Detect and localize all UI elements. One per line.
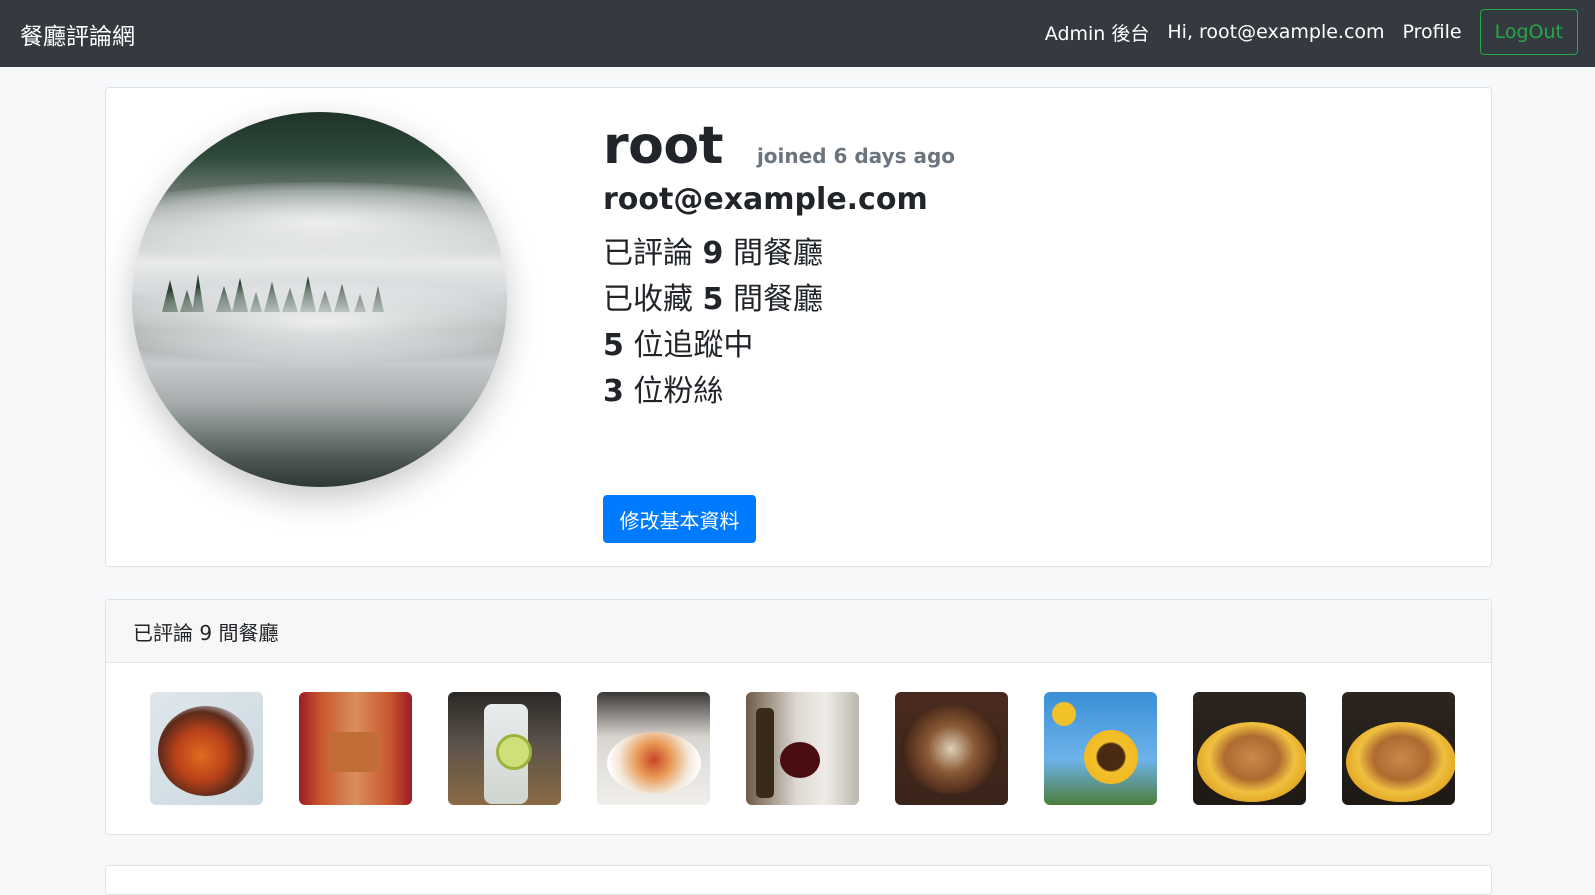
user-email: root@example.com (603, 182, 928, 217)
user-stats: 已評論 9 間餐廳 已收藏 5 間餐廳 5 位追蹤中 3 位粉絲 (603, 231, 955, 415)
restaurant-thumbnails (150, 692, 1455, 805)
admin-link[interactable]: Admin 後台 (1045, 19, 1150, 46)
stat-followers: 3 位粉絲 (603, 369, 955, 415)
name-row: root joined 6 days ago (603, 116, 955, 176)
stat-reviewed-count: 9 (702, 236, 724, 271)
drink-photo-lemon-icon[interactable] (448, 692, 561, 805)
photo-sunflower-icon[interactable] (1044, 692, 1157, 805)
top-navbar: 餐廳評論網 Admin 後台 Hi, root@example.com Prof… (0, 0, 1595, 67)
fog-layer-lower (132, 282, 507, 362)
food-photo-stew-icon[interactable] (895, 692, 1008, 805)
stat-reviewed: 已評論 9 間餐廳 (603, 231, 955, 277)
reviewed-header: 已評論 9 間餐廳 (106, 600, 1491, 663)
stat-favorited-suffix: 間餐廳 (723, 282, 823, 317)
stat-followers-suffix: 位粉絲 (623, 374, 724, 409)
food-photo-carrots-icon[interactable] (150, 692, 263, 805)
stat-followers-count: 3 (603, 374, 624, 409)
drink-photo-wine-icon[interactable] (746, 692, 859, 805)
edit-profile-button[interactable]: 修改基本資料 (603, 495, 756, 543)
user-greeting: Hi, root@example.com (1167, 21, 1385, 43)
stat-following-suffix: 位追蹤中 (623, 328, 754, 363)
reviewed-restaurants-card: 已評論 9 間餐廳 (105, 599, 1492, 835)
stat-favorited-count: 5 (702, 282, 724, 317)
next-section-card (105, 865, 1492, 895)
nav-links: Admin 後台 Hi, root@example.com Profile Lo… (1045, 8, 1578, 56)
avatar (132, 112, 507, 487)
food-photo-bread-icon[interactable] (1193, 692, 1306, 805)
stat-following: 5 位追蹤中 (603, 323, 955, 369)
stat-reviewed-prefix: 已評論 (603, 236, 703, 271)
stat-favorited-prefix: 已收藏 (603, 282, 703, 317)
food-photo-plated-dish-icon[interactable] (597, 692, 710, 805)
logout-button[interactable]: LogOut (1479, 9, 1578, 55)
profile-card: root joined 6 days ago root@example.com … (105, 87, 1492, 567)
profile-info: root joined 6 days ago root@example.com … (603, 116, 955, 415)
food-photo-fries-icon[interactable] (299, 692, 412, 805)
fog-layer (132, 182, 507, 262)
food-photo-bread-icon[interactable] (1342, 692, 1455, 805)
brand-logo[interactable]: 餐廳評論網 (20, 17, 135, 51)
profile-link[interactable]: Profile (1403, 21, 1462, 43)
stat-following-count: 5 (603, 328, 624, 363)
username: root (603, 116, 723, 176)
joined-date: joined 6 days ago (756, 144, 956, 168)
stat-favorited: 已收藏 5 間餐廳 (603, 277, 955, 323)
stat-reviewed-suffix: 間餐廳 (723, 236, 823, 271)
